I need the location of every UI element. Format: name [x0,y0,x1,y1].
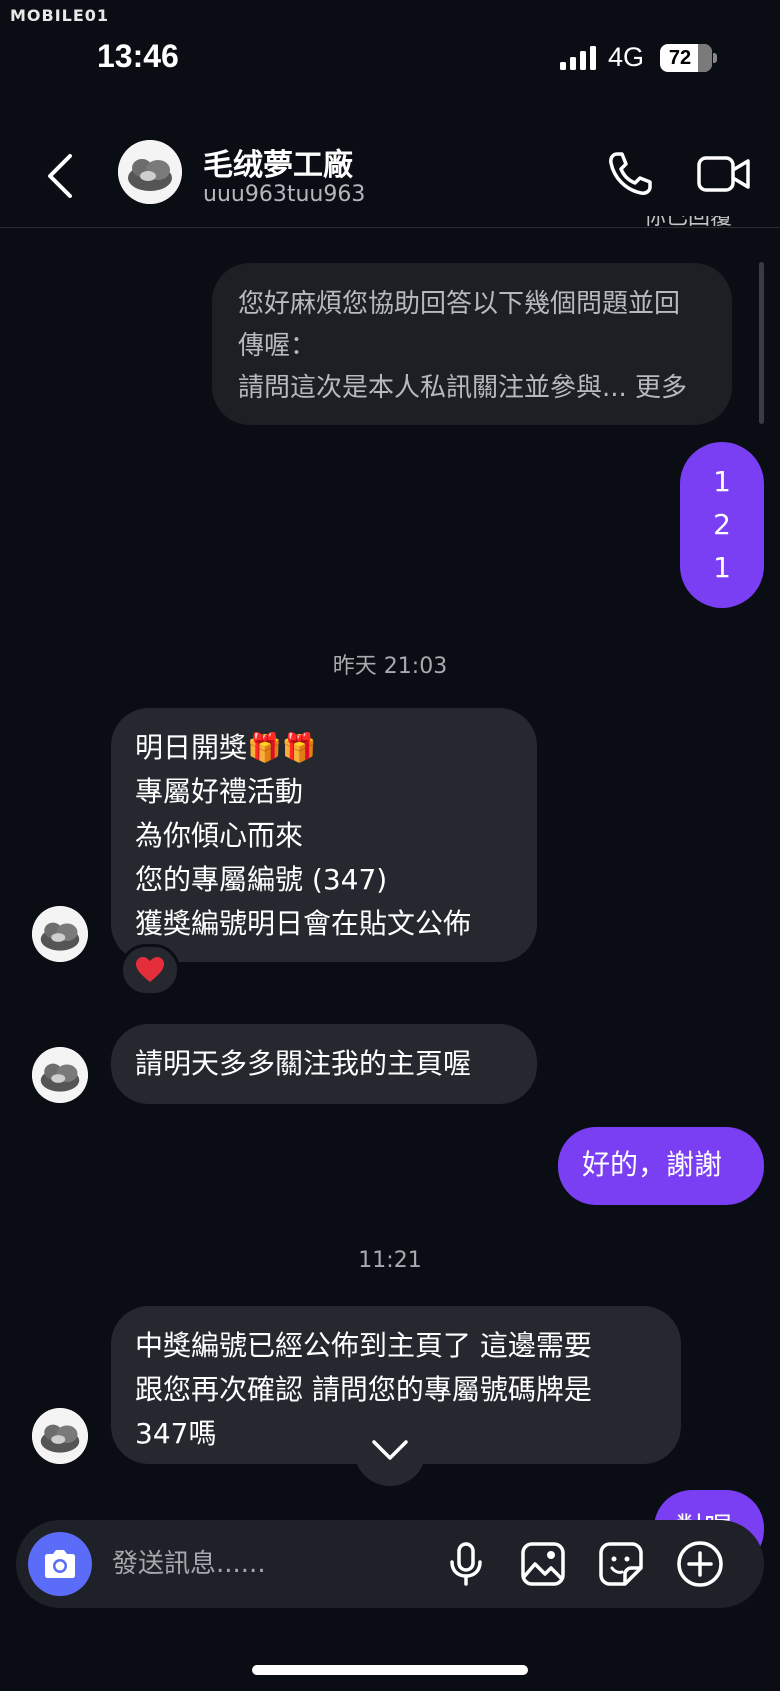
heart-icon [136,957,164,982]
replied-label: 你已回覆 [643,216,732,230]
microphone-icon[interactable] [442,1540,490,1588]
message-line: 請明天多多關注我的主頁喔 [135,1047,472,1080]
camera-icon [45,1550,75,1578]
message-line: 獲獎編號明日會在貼文公佈 [135,907,472,940]
message-line: 好的，謝謝 [582,1148,723,1181]
timestamp: 昨天 21:03 [332,654,448,679]
message-line: 跟您再次確認 請問您的專屬號碼牌是 [135,1373,592,1406]
quoted-line: 傳喔： [238,331,317,361]
gallery-icon[interactable] [519,1540,567,1588]
quoted-line: 您好麻煩您協助回答以下幾個問題並回 [238,289,681,319]
message-line: 您的專屬編號 (347) [135,863,388,896]
watermark-logo: MOBILE01 [10,6,110,25]
home-indicator[interactable] [252,1665,528,1675]
message-line: 為你傾心而來 [135,819,304,852]
heart-reaction[interactable] [120,944,180,996]
contact-handle[interactable]: uuu963tuu963 [203,182,365,207]
incoming-message[interactable]: 明日開獎🎁🎁 專屬好禮活動 為你傾心而來 您的專屬編號 (347) 獲獎編號明日… [111,708,537,962]
signal-icon [560,46,596,70]
scroll-indicator[interactable] [759,262,764,424]
sender-avatar[interactable] [32,1408,88,1464]
quoted-message[interactable]: 您好麻煩您協助回答以下幾個問題並回 傳喔： 請問這次是本人私訊關注並參與... … [212,263,732,425]
message-composer [16,1520,764,1608]
battery-icon: 72 [660,44,712,72]
contact-avatar[interactable] [118,140,182,204]
message-line: 中獎編號已經公佈到主頁了 這邊需要 [135,1329,592,1362]
chat-header: 毛绒夢工廠 uuu963tuu963 [0,120,780,228]
contact-name[interactable]: 毛绒夢工廠 [203,140,353,184]
outgoing-message[interactable]: 1 2 1 [680,442,764,608]
outgoing-message[interactable]: 好的，謝謝 [558,1127,764,1205]
phone-call-icon[interactable] [604,148,656,200]
battery-level: 72 [668,47,692,69]
message-line: 1 [713,465,731,498]
camera-button[interactable] [28,1532,92,1596]
sticker-icon[interactable] [597,1540,645,1588]
message-line: 2 [713,508,731,541]
status-time: 13:46 [97,38,179,74]
chevron-down-icon [372,1440,408,1460]
message-input[interactable] [112,1540,412,1588]
scroll-to-bottom-button[interactable] [354,1414,426,1486]
timestamp: 11:21 [358,1248,422,1273]
sender-avatar[interactable] [32,1047,88,1103]
quoted-line: 請問這次是本人私訊關注並參與... 更多 [238,373,688,403]
message-line: 1 [713,551,731,584]
battery-tip [713,53,717,63]
incoming-message[interactable]: 請明天多多關注我的主頁喔 [111,1024,537,1104]
message-line: 專屬好禮活動 [135,775,304,808]
sender-avatar[interactable] [32,906,88,962]
message-line: 明日開獎🎁🎁 [135,731,317,764]
back-arrow-icon[interactable] [40,150,84,202]
video-call-icon[interactable] [696,150,752,198]
network-type: 4G [608,42,645,72]
add-icon[interactable] [676,1540,724,1588]
